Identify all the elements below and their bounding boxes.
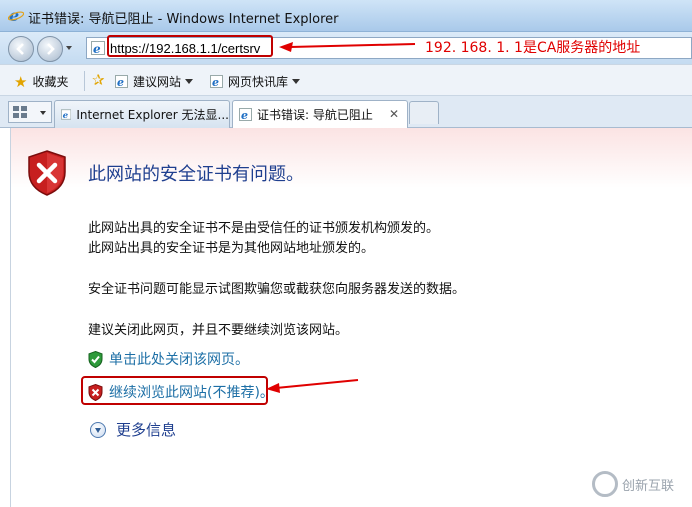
web-slice-ie-icon: e [210,75,223,88]
content-edge [10,128,11,507]
more-information-row[interactable]: 更多信息 [90,419,176,440]
warning-line-mismatch: 此网站出具的安全证书是为其他网站地址颁发的。 [88,241,375,256]
favorites-bar: ★ 收藏夹 ✰ e 建议网站 e 网页快讯库 [0,64,692,96]
divider [84,71,85,91]
back-arrow-icon [16,43,24,55]
tab-ie-icon: e [239,108,252,121]
title-bar: e 证书错误: 导航已阻止 - Windows Internet Explore… [0,0,692,32]
security-warning-shield-icon [28,150,66,196]
watermark-logo [592,471,618,497]
tab-label: Internet Explorer 无法显... [76,108,229,122]
watermark: 创新互联 [592,467,692,501]
suggested-sites-button[interactable]: e 建议网站 [115,73,194,90]
warning-line-risk: 安全证书问题可能显示试图欺骗您或截获您向服务器发送的数据。 [88,282,466,297]
page-title: 此网站的安全证书有问题。 [88,164,304,185]
green-shield-icon [88,350,103,368]
history-dropdown-icon[interactable] [66,46,72,50]
tab-certificate-error[interactable]: e 证书错误: 导航已阻止 ✕ [232,100,408,128]
web-slice-gallery-button[interactable]: e 网页快讯库 [210,73,301,90]
chevron-down-icon [292,79,301,84]
address-annotation-box [107,35,273,57]
suggested-sites-label: 建议网站 [133,75,182,89]
favorites-button[interactable]: ★ 收藏夹 [14,73,68,90]
red-shield-icon [88,383,103,401]
svg-text:e: e [212,76,219,88]
watermark-text: 创新互联 [622,478,675,494]
star-icon: ★ [14,72,28,91]
more-information-link[interactable]: 更多信息 [116,419,176,440]
continue-link-row[interactable]: 继续浏览此网站(不推荐)。 [88,382,274,402]
chevron-down-icon [185,79,194,84]
back-button[interactable] [8,36,34,62]
svg-text:e: e [241,109,248,121]
warning-line-untrusted: 此网站出具的安全证书不是由受信任的证书颁发机构颁发的。 [88,221,440,236]
forward-arrow-icon [47,43,55,55]
forward-button[interactable] [37,36,63,62]
tab-label: 证书错误: 导航已阻止 [257,108,373,122]
new-tab-button[interactable] [409,101,439,124]
tab-bar: e Internet Explorer 无法显... e 证书错误: 导航已阻止… [0,96,692,128]
page-content: 此网站的安全证书有问题。 此网站出具的安全证书不是由受信任的证书颁发机构颁发的。… [0,128,692,507]
close-tab-icon[interactable]: ✕ [389,107,399,121]
continue-to-website-link[interactable]: 继续浏览此网站(不推荐)。 [109,382,274,402]
ie-logo-icon: e [8,7,24,23]
favorites-label: 收藏夹 [32,75,69,89]
tab-list-dropdown-icon[interactable] [40,111,46,115]
svg-text:e: e [93,42,101,55]
close-page-link-row[interactable]: 单击此处关闭该网页。 [88,349,249,369]
tab-ie-cannot-display[interactable]: e Internet Explorer 无法显... [54,100,230,128]
address-annotation-text: 192. 168. 1. 1是CA服务器的地址 [425,40,641,56]
tab-ie-icon: e [61,109,72,121]
page-ie-icon: e [91,41,105,55]
quick-tabs-grid-icon [13,106,27,118]
web-slice-label: 网页快讯库 [228,75,289,89]
window-title: 证书错误: 导航已阻止 - Windows Internet Explorer [28,12,339,27]
warning-line-recommend: 建议关闭此网页，并且不要继续浏览该网站。 [88,323,349,338]
svg-text:e: e [63,111,69,121]
quick-tabs-button[interactable] [8,101,52,123]
suggested-sites-ie-icon: e [115,75,128,88]
add-favorite-star-icon: ✰ [92,71,105,89]
add-favorite-button[interactable]: ✰ [92,71,110,89]
svg-text:e: e [117,76,124,88]
close-page-link[interactable]: 单击此处关闭该网页。 [109,349,249,369]
expand-chevron-icon[interactable] [90,421,106,438]
